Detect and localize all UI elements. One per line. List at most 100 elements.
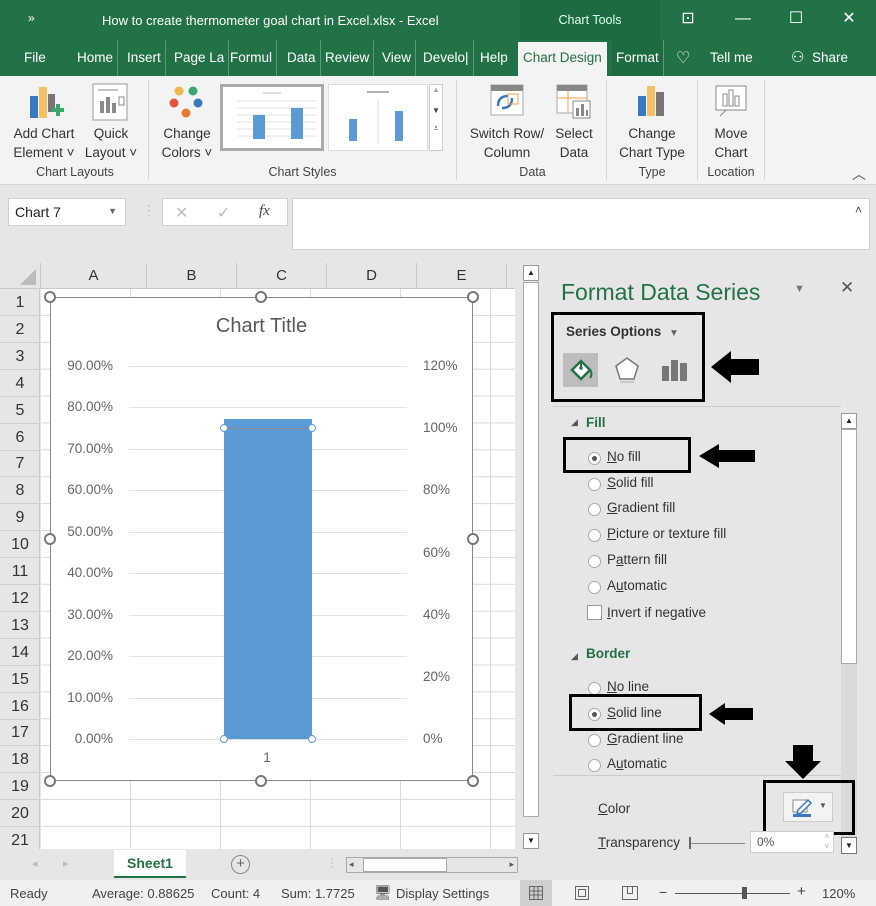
resize-handle-right[interactable] (467, 533, 479, 545)
fill-line-tab[interactable] (563, 353, 598, 387)
border-radio-gradient-line[interactable] (588, 733, 601, 747)
previous-sheet-icon[interactable]: ◂ (32, 857, 38, 870)
fill-radio-picture-or-texture-fill[interactable] (588, 529, 601, 543)
row-header-3[interactable]: 3 (0, 343, 40, 370)
tab-view[interactable]: View (378, 40, 417, 76)
row-header-11[interactable]: 11 (0, 558, 40, 585)
invert-if-negative-label[interactable]: Invert if negative (607, 605, 706, 620)
scroll-down-icon[interactable]: ▼ (523, 833, 539, 849)
column-header-d[interactable]: D (327, 263, 417, 289)
border-label-no-line[interactable]: No line (607, 679, 649, 694)
close-button[interactable]: ✕ (834, 8, 864, 30)
row-header-9[interactable]: 9 (0, 504, 40, 532)
minimize-button[interactable]: — (728, 8, 758, 30)
tab-file[interactable]: File (20, 40, 50, 76)
bar-series-2-outline[interactable] (224, 428, 312, 739)
row-header-17[interactable]: 17 (0, 719, 40, 747)
change-colors-button[interactable]: Change Colors ˅ (156, 80, 218, 170)
fill-label-picture-or-texture-fill[interactable]: Picture or texture fill (607, 526, 726, 541)
tab-review[interactable]: Review (321, 40, 375, 76)
tab-formulas[interactable]: Formul (226, 40, 278, 76)
next-sheet-icon[interactable]: ▸ (63, 857, 69, 870)
horizontal-scroll-thumb[interactable] (363, 858, 447, 872)
zoom-level[interactable]: 120% (822, 886, 855, 901)
tab-insert[interactable]: Insert (123, 40, 166, 76)
resize-handle-top-right[interactable] (467, 291, 479, 303)
select-data-button[interactable]: Select Data (550, 80, 598, 170)
border-section-header[interactable]: Border (586, 646, 630, 661)
vertical-scroll-thumb[interactable] (523, 282, 539, 817)
insert-function-icon[interactable]: fx (259, 203, 270, 220)
expand-formula-bar-icon[interactable]: ˄ (855, 203, 862, 217)
row-header-18[interactable]: 18 (0, 746, 40, 774)
color-picker-button[interactable]: ▼ (783, 792, 833, 822)
select-all-corner[interactable] (0, 263, 41, 289)
page-layout-view-icon[interactable] (575, 886, 589, 900)
tab-help[interactable]: Help (476, 40, 512, 76)
ribbon-display-options-icon[interactable]: ⊡ (673, 8, 703, 30)
fill-radio-automatic[interactable] (588, 580, 601, 594)
horizontal-scrollbar[interactable]: ◂ ▸ (346, 857, 518, 873)
chart-area[interactable]: Chart Title 0.00% 10.00% 20.00% 30.00% 40.00… (50, 297, 473, 781)
fill-label-solid-fill[interactable]: Solid fill (607, 475, 654, 490)
fill-radio-no-fill[interactable] (588, 452, 601, 465)
series-options-dropdown[interactable]: Series Options ▼ (566, 324, 679, 339)
pane-options-dropdown-icon[interactable]: ▼ (794, 283, 805, 295)
effects-pentagon-icon[interactable] (614, 356, 640, 384)
switch-row-column-button[interactable]: Switch Row/ Column (464, 80, 548, 170)
status-sum[interactable]: Sum: 1.7725 (281, 886, 355, 901)
tab-data[interactable]: Data (283, 40, 321, 76)
collapse-ribbon-icon[interactable]: ︿ (852, 164, 866, 184)
border-radio-automatic[interactable] (588, 759, 601, 773)
zoom-out-button[interactable]: − (659, 884, 667, 900)
row-header-8[interactable]: 8 (0, 477, 40, 505)
fill-label-automatic[interactable]: Automatic (607, 578, 667, 593)
fill-radio-pattern-fill[interactable] (588, 554, 601, 568)
pane-scroll-thumb[interactable] (841, 429, 857, 664)
column-header-a[interactable]: A (41, 263, 147, 289)
tab-split-grip-icon[interactable]: ⋮ (326, 856, 338, 870)
tell-me-search[interactable]: Tell me (706, 40, 757, 76)
status-average[interactable]: Average: 0.88625 (92, 886, 194, 901)
share-button[interactable]: Share (808, 40, 852, 76)
row-header-20[interactable]: 20 (0, 800, 40, 828)
row-header-13[interactable]: 13 (0, 612, 40, 639)
spin-down-icon[interactable]: ˅ (824, 842, 829, 851)
zoom-slider[interactable] (675, 893, 790, 894)
transparency-slider[interactable] (689, 843, 745, 844)
row-header-10[interactable]: 10 (0, 531, 40, 559)
name-box-dropdown-icon[interactable]: ▼ (108, 206, 117, 216)
row-header-5[interactable]: 5 (0, 397, 40, 424)
zoom-in-button[interactable]: + (797, 883, 806, 900)
scroll-up-icon[interactable]: ▲ (523, 265, 539, 281)
resize-handle-left[interactable] (44, 533, 56, 545)
display-settings-button[interactable]: Display Settings (396, 886, 489, 901)
chart-style-2-thumbnail[interactable] (328, 84, 428, 151)
tab-format[interactable]: Format (612, 40, 664, 76)
row-header-1[interactable]: 1 (0, 289, 40, 316)
add-chart-element-button[interactable]: Add Chart Element ˅ (12, 80, 78, 170)
row-header-7[interactable]: 7 (0, 450, 40, 478)
column-header-b[interactable]: B (147, 263, 237, 289)
tab-chart-design[interactable]: Chart Design (518, 42, 607, 76)
fill-collapse-icon[interactable]: ◢ (571, 417, 578, 428)
chart-style-1-thumbnail[interactable] (220, 84, 324, 151)
sheet-tab-sheet1[interactable]: Sheet1 (114, 850, 186, 878)
resize-handle-bottom-right[interactable] (467, 775, 479, 787)
formula-bar-grip-icon[interactable]: ⋮ (142, 202, 156, 219)
row-header-12[interactable]: 12 (0, 585, 40, 612)
vertical-scrollbar[interactable]: ▲ ▼ (522, 265, 540, 850)
fill-radio-gradient-fill[interactable] (588, 503, 601, 517)
page-break-preview-icon[interactable] (622, 886, 638, 900)
fill-label-no-fill[interactable]: No fill (607, 449, 641, 464)
transparency-input[interactable]: 0% ˄ ˅ (750, 831, 834, 853)
invert-if-negative-checkbox[interactable] (587, 605, 602, 620)
zoom-slider-thumb[interactable] (742, 887, 747, 899)
resize-handle-top-left[interactable] (44, 291, 56, 303)
scroll-up-icon[interactable]: ▲ (430, 85, 442, 94)
tab-home[interactable]: Home (73, 40, 119, 76)
spin-up-icon[interactable]: ˄ (824, 832, 829, 841)
cancel-entry-icon[interactable]: ✕ (175, 203, 188, 223)
row-header-2[interactable]: 2 (0, 316, 40, 343)
more-styles-icon[interactable]: ⩡ (430, 123, 442, 134)
